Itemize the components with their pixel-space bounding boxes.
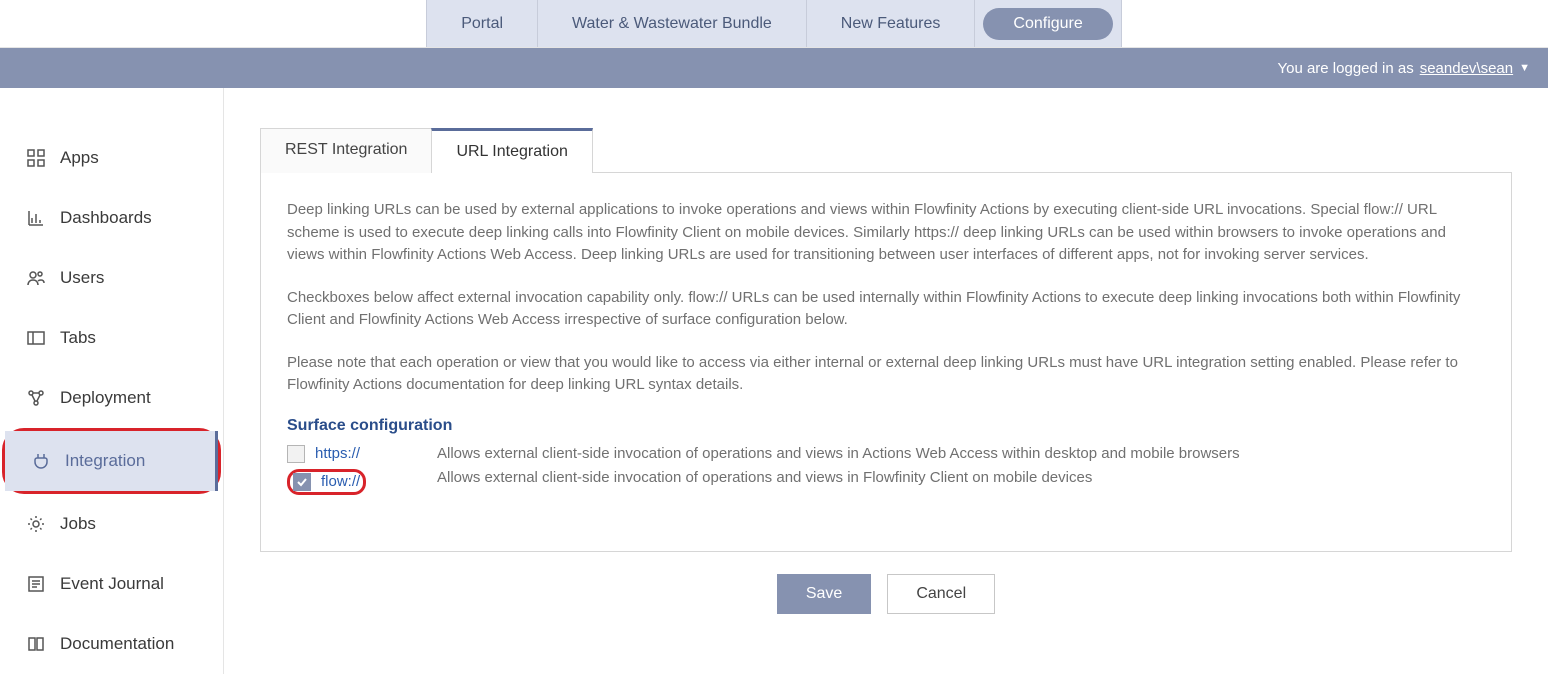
sidebar-item-dashboards[interactable]: Dashboards <box>0 188 223 248</box>
sidebar-item-label: Integration <box>65 451 145 471</box>
sidebar: Apps Dashboards Users Tabs Deployment <box>0 88 224 674</box>
sidebar-item-label: Jobs <box>60 514 96 534</box>
login-user-link[interactable]: seandev\sean <box>1420 60 1513 77</box>
action-buttons: Save Cancel <box>260 574 1512 614</box>
cancel-button[interactable]: Cancel <box>887 574 995 614</box>
checkbox-https[interactable] <box>287 445 305 463</box>
surface-config-heading: Surface configuration <box>287 417 1485 435</box>
integration-icon <box>31 451 51 471</box>
top-tab-portal[interactable]: Portal <box>426 0 538 47</box>
checkbox-flow-label: flow:// <box>321 473 360 490</box>
sidebar-item-label: Documentation <box>60 634 174 654</box>
apps-icon <box>26 148 46 168</box>
event-journal-icon <box>26 574 46 594</box>
tab-url-integration[interactable]: URL Integration <box>431 128 592 173</box>
surface-row-https: https:// Allows external client-side inv… <box>287 445 1485 463</box>
content-area: REST Integration URL Integration Deep li… <box>224 88 1548 674</box>
sidebar-item-label: Dashboards <box>60 208 152 228</box>
sidebar-item-documentation[interactable]: Documentation <box>0 614 223 674</box>
dashboards-icon <box>26 208 46 228</box>
intro-paragraph-2: Checkboxes below affect external invocat… <box>287 287 1485 332</box>
caret-down-icon[interactable]: ▼ <box>1519 62 1530 74</box>
surface-row-flow: flow:// Allows external client-side invo… <box>287 469 1485 495</box>
sidebar-item-integration[interactable]: Integration <box>5 431 218 491</box>
deployment-icon <box>26 388 46 408</box>
sidebar-item-deployment[interactable]: Deployment <box>0 368 223 428</box>
sidebar-item-apps[interactable]: Apps <box>0 128 223 188</box>
checkbox-flow-desc: Allows external client-side invocation o… <box>437 469 1485 486</box>
tab-rest-integration[interactable]: REST Integration <box>260 128 432 173</box>
intro-paragraph-1: Deep linking URLs can be used by externa… <box>287 199 1485 267</box>
jobs-icon <box>26 514 46 534</box>
sidebar-item-label: Tabs <box>60 328 96 348</box>
documentation-icon <box>26 634 46 654</box>
top-tab-configure[interactable]: Configure <box>983 8 1112 40</box>
sidebar-item-tabs[interactable]: Tabs <box>0 308 223 368</box>
sidebar-item-label: Apps <box>60 148 99 168</box>
intro-paragraph-3: Please note that each operation or view … <box>287 352 1485 397</box>
save-button[interactable]: Save <box>777 574 871 614</box>
checkbox-flow[interactable] <box>293 473 311 491</box>
sidebar-item-label: Deployment <box>60 388 151 408</box>
checkbox-https-label: https:// <box>315 445 360 462</box>
panel-body: Deep linking URLs can be used by externa… <box>260 172 1512 552</box>
top-tab-features[interactable]: New Features <box>807 0 976 47</box>
tabs-icon <box>26 328 46 348</box>
sidebar-item-label: Event Journal <box>60 574 164 594</box>
login-bar: You are logged in as seandev\sean ▼ <box>0 48 1548 88</box>
top-nav: Portal Water & Wastewater Bundle New Fea… <box>0 0 1548 48</box>
sidebar-item-users[interactable]: Users <box>0 248 223 308</box>
sidebar-item-label: Users <box>60 268 104 288</box>
login-prefix: You are logged in as <box>1277 60 1413 77</box>
top-tab-bundle[interactable]: Water & Wastewater Bundle <box>538 0 807 47</box>
users-icon <box>26 268 46 288</box>
sidebar-item-jobs[interactable]: Jobs <box>0 494 223 554</box>
sidebar-item-event-journal[interactable]: Event Journal <box>0 554 223 614</box>
checkbox-https-desc: Allows external client-side invocation o… <box>437 445 1485 462</box>
